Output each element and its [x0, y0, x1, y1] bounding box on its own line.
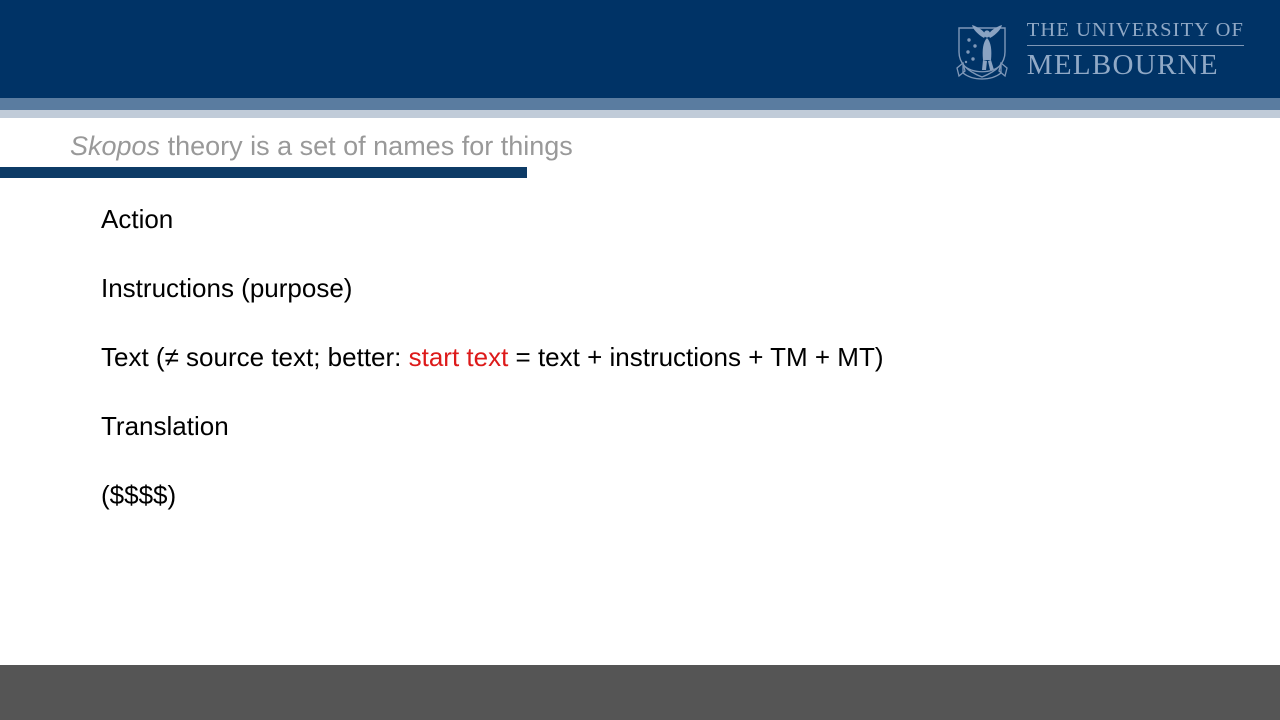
- wordmark-line-university: THE UNIVERSITY OF: [1026, 18, 1244, 41]
- body-text-segment: Text (≠ source text; better:: [101, 342, 409, 372]
- body-line: ($$$$): [101, 482, 1221, 508]
- footer-bar: [0, 665, 1280, 720]
- body-line: Translation: [101, 413, 1221, 482]
- accent-band-medium: [0, 98, 1280, 110]
- body-text-segment: = text + instructions + TM + MT): [508, 342, 884, 372]
- slide-body: Action Instructions (purpose) Text (≠ sour…: [101, 206, 1221, 508]
- accent-band-light: [0, 110, 1280, 118]
- body-text-segment: Translation: [101, 411, 229, 441]
- wordmark: THE UNIVERSITY OF MELBOURNE: [1026, 18, 1244, 82]
- body-text-segment: Instructions (purpose): [101, 273, 353, 303]
- page-title: Skopos theory is a set of names for thin…: [70, 127, 1170, 165]
- page-title-emphasis: Skopos: [70, 131, 161, 161]
- slide: THE UNIVERSITY OF MELBOURNE Skopos theor…: [0, 0, 1280, 720]
- body-line: Instructions (purpose): [101, 275, 1221, 344]
- university-logo: THE UNIVERSITY OF MELBOURNE: [951, 18, 1244, 82]
- wordmark-line-melbourne: MELBOURNE: [1026, 49, 1219, 82]
- body-line: Action: [101, 206, 1221, 275]
- body-text-segment: Action: [101, 204, 174, 234]
- body-line: Text (≠ source text; better: start text …: [101, 344, 1221, 413]
- body-text-highlight: start text: [408, 342, 509, 372]
- title-underline: [0, 167, 527, 178]
- university-crest-icon: [956, 25, 1008, 80]
- body-text-segment: ($$$$): [101, 480, 177, 510]
- page-title-rest: theory is a set of names for things: [160, 131, 573, 161]
